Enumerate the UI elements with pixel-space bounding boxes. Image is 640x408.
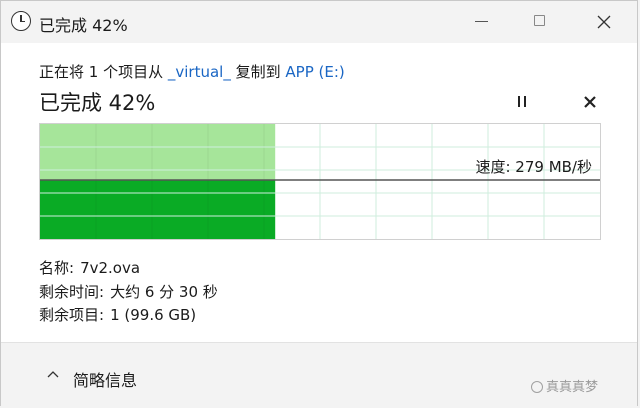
- watermark: 真真真梦: [531, 376, 598, 395]
- close-icon: [584, 96, 596, 108]
- copy-description: 正在将 1 个项目从 _virtual_ 复制到 APP (E:): [39, 61, 345, 82]
- name-row: 名称: 7v2.ova: [39, 257, 140, 278]
- name-value: 7v2.ova: [80, 259, 141, 277]
- minimize-icon: [475, 21, 488, 22]
- transfer-speed-graph: 速度: 279 MB/秒: [39, 123, 601, 240]
- less-details-toggle[interactable]: 简略信息: [73, 367, 137, 391]
- pause-button[interactable]: [509, 91, 535, 113]
- copy-prefix: 正在将 1 个项目从: [39, 63, 164, 81]
- minimize-button[interactable]: [459, 1, 505, 43]
- graph-upper-area: [40, 124, 276, 180]
- watermark-text: 真真真梦: [546, 380, 599, 395]
- source-folder-link[interactable]: _virtual_: [168, 63, 231, 81]
- destination-drive-link[interactable]: APP (E:): [285, 63, 344, 81]
- watermark-logo-icon: [531, 381, 543, 393]
- cancel-button[interactable]: [579, 91, 601, 113]
- footer: 简略信息 真真真梦: [1, 343, 637, 407]
- progress-status: 已完成 42%: [39, 91, 156, 115]
- time-remaining-row: 剩余时间: 大约 6 分 30 秒: [39, 281, 218, 302]
- graph-speed-area: [40, 180, 276, 239]
- maximize-button[interactable]: [517, 1, 563, 43]
- speed-label: 速度: 279 MB/秒: [475, 158, 592, 176]
- items-remaining-label: 剩余项目:: [39, 306, 105, 324]
- items-remaining-row: 剩余项目: 1 (99.6 GB): [39, 304, 196, 325]
- close-window-button[interactable]: [581, 1, 627, 43]
- speed-graph-canvas: [40, 124, 600, 239]
- items-remaining-value: 1 (99.6 GB): [110, 306, 197, 324]
- chevron-up-icon[interactable]: [45, 367, 61, 383]
- pause-icon: [518, 96, 520, 107]
- time-remaining-value: 大约 6 分 30 秒: [110, 283, 218, 301]
- time-remaining-label: 剩余时间:: [39, 283, 105, 301]
- clock-icon: [11, 11, 31, 31]
- maximize-icon: [534, 15, 545, 26]
- copy-middle: 复制到: [235, 63, 281, 81]
- name-label: 名称:: [39, 259, 75, 277]
- window-title: 已完成 42%: [39, 16, 128, 35]
- close-icon: [597, 15, 611, 29]
- title-bar[interactable]: 已完成 42%: [1, 1, 637, 43]
- copy-progress-window: 已完成 42% 正在将 1 个项目从 _virtual_ 复制到 APP (E:…: [0, 0, 638, 407]
